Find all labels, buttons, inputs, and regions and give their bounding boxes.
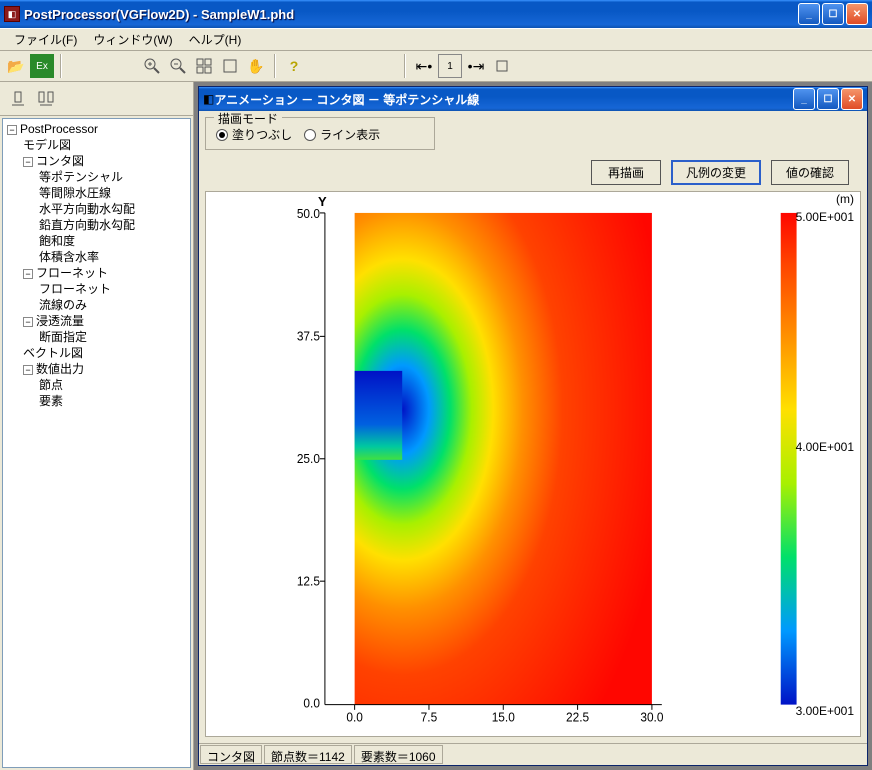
tree-saturation[interactable]: 飽和度 <box>39 234 75 248</box>
toolbar-separator <box>60 54 62 78</box>
contour-svg: 50.0 37.5 25.0 12.5 0.0 0.0 7.5 15.0 22.… <box>206 192 860 736</box>
window-title: PostProcessor(VGFlow2D) - SampleW1.phd <box>24 7 798 22</box>
svg-text:50.0: 50.0 <box>297 207 320 221</box>
mdi-area: ◧ アニメーション － コンタ図 － 等ポテンシャル線 _ ☐ ✕ 描画モード … <box>194 82 872 770</box>
svg-text:7.5: 7.5 <box>421 710 438 724</box>
radio-line[interactable]: ライン表示 <box>304 126 380 143</box>
maximize-button[interactable]: ☐ <box>822 3 844 25</box>
inner-window-title: アニメーション － コンタ図 － 等ポテンシャル線 <box>214 91 793 108</box>
tree-volwater[interactable]: 体積含水率 <box>39 250 99 264</box>
radio-fill-label: 塗りつぶし <box>232 126 292 143</box>
inner-statusbar: コンタ図 節点数＝1142 要素数＝1060 <box>199 743 867 765</box>
grid-icon[interactable] <box>192 54 216 78</box>
inner-maximize-button[interactable]: ☐ <box>817 88 839 110</box>
help-icon[interactable]: ? <box>282 54 306 78</box>
inner-titlebar: ◧ アニメーション － コンタ図 － 等ポテンシャル線 _ ☐ ✕ <box>199 87 867 111</box>
status-label: コンタ図 <box>200 745 262 764</box>
tree-contour[interactable]: コンタ図 <box>36 154 84 168</box>
radio-fill[interactable]: 塗りつぶし <box>216 126 292 143</box>
app-icon: ◧ <box>203 92 214 106</box>
tree-porewater[interactable]: 等間隙水圧線 <box>39 186 111 200</box>
y-axis-label: Y <box>318 194 327 209</box>
fit-icon[interactable] <box>218 54 242 78</box>
tree-flownet[interactable]: フローネット <box>36 266 108 280</box>
tree-vector[interactable]: ベクトル図 <box>23 346 83 360</box>
svg-text:22.5: 22.5 <box>566 710 589 724</box>
open-icon[interactable]: 📂 <box>4 54 28 78</box>
svg-text:25.0: 25.0 <box>297 452 320 466</box>
svg-text:30.0: 30.0 <box>640 710 663 724</box>
toolbar-separator <box>404 54 406 78</box>
tree-element[interactable]: 要素 <box>39 394 63 408</box>
menu-file[interactable]: ファイル(F) <box>6 29 85 50</box>
toolbar-separator <box>274 54 276 78</box>
legend-unit: (m) <box>836 192 854 206</box>
menubar: ファイル(F) ウィンドウ(W) ヘルプ(H) <box>0 28 872 50</box>
tree-flownet-item[interactable]: フローネット <box>39 282 111 296</box>
legend-min: 3.00E+001 <box>796 704 854 718</box>
tree-tool1-icon[interactable] <box>6 87 30 111</box>
tree-view[interactable]: −PostProcessor モデル図 −コンタ図 等ポテンシャル 等間隙水圧線… <box>5 121 188 409</box>
tree-pane: −PostProcessor モデル図 −コンタ図 等ポテンシャル 等間隙水圧線… <box>0 82 194 770</box>
redraw-button[interactable]: 再描画 <box>591 160 661 185</box>
main-toolbar: 📂 Ex ✋ ? ⇤• 1 •⇥ <box>0 50 872 82</box>
svg-text:0.0: 0.0 <box>303 696 320 710</box>
tree-toggle[interactable]: − <box>23 317 33 327</box>
tree-toggle[interactable]: − <box>23 157 33 167</box>
radio-line-label: ライン表示 <box>320 126 380 143</box>
draw-mode-group: 描画モード 塗りつぶし ライン表示 <box>205 117 435 150</box>
status-nodes: 節点数＝1142 <box>264 745 352 764</box>
tree-model[interactable]: モデル図 <box>23 138 71 152</box>
legend-mid: 4.00E+001 <box>796 440 854 454</box>
group-legend: 描画モード <box>214 111 282 127</box>
minimize-button[interactable]: _ <box>798 3 820 25</box>
tree-toggle[interactable]: − <box>23 269 33 279</box>
close-button[interactable]: ✕ <box>846 3 868 25</box>
tree-vgrad[interactable]: 鉛直方向動水勾配 <box>39 218 135 232</box>
svg-text:0.0: 0.0 <box>346 710 363 724</box>
tree-root[interactable]: PostProcessor <box>20 122 98 136</box>
value-check-button[interactable]: 値の確認 <box>771 160 849 185</box>
first-frame-icon[interactable]: ⇤• <box>412 54 436 78</box>
last-frame-icon[interactable]: •⇥ <box>464 54 488 78</box>
tree-hgrad[interactable]: 水平方向動水勾配 <box>39 202 135 216</box>
zoom-in-icon[interactable] <box>140 54 164 78</box>
inner-close-button[interactable]: ✕ <box>841 88 863 110</box>
legend-max: 5.00E+001 <box>796 210 854 224</box>
menu-window[interactable]: ウィンドウ(W) <box>85 29 180 50</box>
stop-icon[interactable] <box>490 54 514 78</box>
svg-text:12.5: 12.5 <box>297 574 320 588</box>
app-icon: ◧ <box>4 6 20 22</box>
tree-tool2-icon[interactable] <box>34 87 58 111</box>
tree-equipotential[interactable]: 等ポテンシャル <box>39 170 123 184</box>
inner-minimize-button[interactable]: _ <box>793 88 815 110</box>
tree-node[interactable]: 節点 <box>39 378 63 392</box>
tree-toggle[interactable]: − <box>7 125 17 135</box>
chart-canvas: Y <box>205 191 861 737</box>
tree-streamlines[interactable]: 流線のみ <box>39 298 87 312</box>
tree-output[interactable]: 数値出力 <box>36 362 84 376</box>
svg-text:37.5: 37.5 <box>297 329 320 343</box>
legend-change-button[interactable]: 凡例の変更 <box>671 160 761 185</box>
tree-section[interactable]: 断面指定 <box>39 330 87 344</box>
frame-number-icon[interactable]: 1 <box>438 54 462 78</box>
exit-icon[interactable]: Ex <box>30 54 54 78</box>
zoom-out-icon[interactable] <box>166 54 190 78</box>
pan-icon[interactable]: ✋ <box>244 54 268 78</box>
menu-help[interactable]: ヘルプ(H) <box>181 29 250 50</box>
tree-toggle[interactable]: − <box>23 365 33 375</box>
contour-window: ◧ アニメーション － コンタ図 － 等ポテンシャル線 _ ☐ ✕ 描画モード … <box>198 86 868 766</box>
status-elements: 要素数＝1060 <box>354 745 443 764</box>
svg-text:15.0: 15.0 <box>492 710 515 724</box>
main-titlebar: ◧ PostProcessor(VGFlow2D) - SampleW1.phd… <box>0 0 872 28</box>
tree-seepage[interactable]: 浸透流量 <box>36 314 84 328</box>
